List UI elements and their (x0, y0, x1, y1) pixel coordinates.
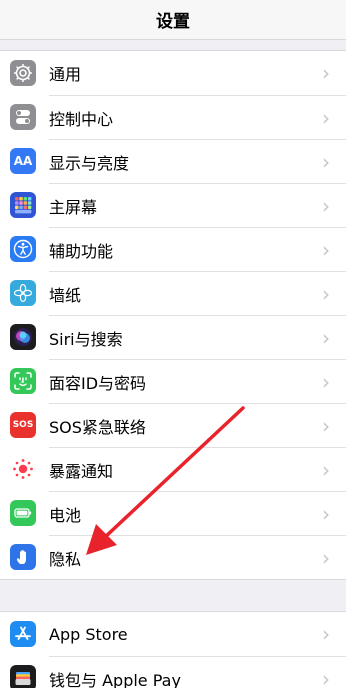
sos-icon: SOS (10, 412, 36, 438)
settings-row-display-brightness[interactable]: AA 显示与亮度 › (0, 139, 346, 183)
settings-row-general[interactable]: 通用 › (0, 51, 346, 95)
chevron-right-icon: › (322, 149, 330, 174)
accessibility-icon (10, 236, 36, 262)
settings-row-label: 墙纸 (49, 285, 82, 305)
chevron-right-icon: › (322, 622, 330, 646)
gear-icon (10, 60, 36, 86)
sos-icon-text: SOS (12, 420, 34, 430)
chevron-right-icon: › (322, 457, 330, 482)
chevron-right-icon: › (322, 237, 330, 262)
toggles-icon (10, 104, 36, 130)
chevron-right-icon: › (322, 61, 330, 85)
display-aa-text: AA (13, 154, 33, 168)
settings-row-app-store[interactable]: App Store › (0, 612, 346, 656)
settings-row-label: 隐私 (49, 549, 82, 569)
privacy-hand-icon (10, 544, 36, 570)
settings-row-label: 电池 (49, 505, 82, 525)
settings-row-home-screen[interactable]: 主屏幕 › (0, 183, 346, 227)
display-aa-icon: AA (10, 148, 36, 174)
settings-row-label: 暴露通知 (49, 461, 114, 481)
settings-row-label: SOS紧急联络 (49, 417, 146, 437)
settings-row-label: 面容ID与密码 (49, 373, 147, 393)
settings-row-label: 钱包与 Apple Pay (49, 670, 181, 688)
face-id-icon (10, 368, 36, 394)
exposure-notification-icon (10, 456, 36, 482)
navigation-bar: 设置 (0, 0, 346, 40)
settings-row-label: App Store (49, 624, 128, 644)
settings-row-battery[interactable]: 电池 › (0, 491, 346, 535)
settings-row-siri-search[interactable]: Siri与搜索 › (0, 315, 346, 359)
home-screen-grid-icon (10, 192, 36, 218)
settings-row-wallpaper[interactable]: 墙纸 › (0, 271, 346, 315)
settings-row-label: 主屏幕 (49, 197, 98, 217)
settings-row-privacy[interactable]: 隐私 › (0, 535, 346, 579)
settings-row-label: 辅助功能 (49, 241, 114, 261)
settings-group-store: App Store › 钱包与 Apple Pay › (0, 611, 346, 688)
chevron-right-icon: › (322, 501, 330, 526)
settings-row-control-center[interactable]: 控制中心 › (0, 95, 346, 139)
settings-row-label: Siri与搜索 (49, 329, 123, 349)
chevron-right-icon: › (322, 281, 330, 306)
settings-row-label: 显示与亮度 (49, 153, 130, 173)
chevron-right-icon: › (322, 413, 330, 438)
page-title: 设置 (156, 12, 190, 32)
app-store-icon (10, 621, 36, 647)
settings-group-main: 通用 › 控制中心 › AA 显示与亮度 › 主屏幕 › 辅助功能 › 墙纸 ›… (0, 50, 346, 580)
chevron-right-icon: › (322, 105, 330, 130)
settings-row-label: 通用 (49, 65, 82, 84)
battery-icon (10, 500, 36, 526)
wallet-icon (10, 665, 36, 688)
settings-row-face-id-passcode[interactable]: 面容ID与密码 › (0, 359, 346, 403)
chevron-right-icon: › (322, 193, 330, 218)
chevron-right-icon: › (322, 369, 330, 394)
settings-row-label: 控制中心 (49, 109, 114, 129)
chevron-right-icon: › (322, 666, 330, 688)
wallpaper-flower-icon (10, 280, 36, 306)
chevron-right-icon: › (322, 325, 330, 350)
chevron-right-icon: › (322, 545, 330, 570)
settings-row-wallet-apple-pay[interactable]: 钱包与 Apple Pay › (0, 656, 346, 688)
settings-row-exposure-notifications[interactable]: 暴露通知 › (0, 447, 346, 491)
settings-row-emergency-sos[interactable]: SOS SOS紧急联络 › (0, 403, 346, 447)
settings-row-accessibility[interactable]: 辅助功能 › (0, 227, 346, 271)
siri-icon (10, 324, 36, 350)
